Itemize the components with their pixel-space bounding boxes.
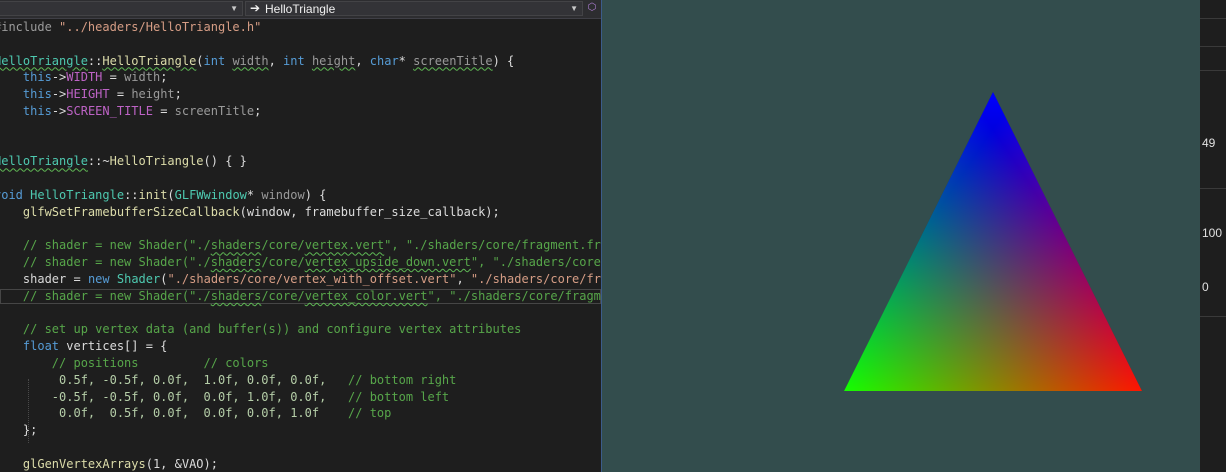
code-line: glfwSetFramebufferSizeCallback(window, f…	[22, 204, 500, 219]
side-value: 49	[1202, 136, 1216, 150]
triangle-red-vertex-gradient	[844, 92, 1142, 391]
code-line: glGenVertexArrays(1, &VAO);	[22, 456, 218, 471]
panel-divider	[1200, 316, 1226, 317]
code-line: }	[0, 120, 1, 137]
chevron-down-icon[interactable]: ▼	[570, 2, 578, 15]
code-line: // positions // colors	[0, 356, 269, 370]
chevron-down-icon[interactable]: ▼	[230, 2, 238, 15]
code-area[interactable]: #include "../headers/HelloTriangle.h" He…	[0, 19, 601, 472]
side-panel: 49 100 0	[1200, 0, 1226, 472]
code-line: shader = new Shader("./shaders/core/vert…	[22, 272, 601, 286]
code-line: 0.0f, 0.5f, 0.0f, 0.0f, 0.0f, 1.0f // to…	[0, 406, 392, 421]
code-line: HelloTriangle::HelloTriangle(int width, …	[0, 53, 515, 68]
cube-icon[interactable]: ⬡	[586, 2, 598, 14]
code-line: // set up vertex data (and buffer(s)) an…	[0, 322, 522, 337]
panel-divider	[1200, 18, 1226, 19]
side-value: 100	[1202, 226, 1223, 240]
rgb-triangle	[844, 92, 1142, 391]
code-line: };	[22, 423, 38, 438]
code-line: 0.5f, -0.5f, 0.0f, 1.0f, 0.0f, 0.0f, // …	[0, 372, 457, 387]
code-line: this->SCREEN_TITLE = screenTitle;	[22, 104, 262, 118]
code-line: HelloTriangle::~HelloTriangle() { }	[0, 154, 247, 169]
code-line: this->HEIGHT = height;	[22, 87, 182, 102]
panel-divider	[1200, 70, 1226, 71]
panel-divider	[1200, 46, 1226, 47]
code-line: #include "../headers/HelloTriangle.h"	[0, 20, 262, 34]
editor-navigation-bar: ▼ ➔ HelloTriangle ▼ ⬡	[0, 0, 601, 19]
code-line: // shader = new Shader("./shaders/core/v…	[0, 238, 601, 253]
arrow-right-icon: ➔	[250, 1, 261, 15]
code-line: // shader = new Shader("./shaders/core/v…	[0, 255, 601, 270]
member-dropdown[interactable]: ➔ HelloTriangle ▼	[245, 1, 583, 16]
panel-divider	[1200, 188, 1226, 189]
code-line: this->WIDTH = width;	[22, 70, 168, 85]
code-line: void HelloTriangle::init(GLFWwindow* win…	[0, 188, 327, 202]
code-line: float vertices[] = {	[22, 339, 168, 354]
code-line: // shader = new Shader("./shaders/core/v…	[0, 288, 601, 303]
scope-dropdown[interactable]: ▼	[0, 1, 243, 16]
side-value: 0	[1202, 280, 1209, 294]
code-editor[interactable]: ▼ ➔ HelloTriangle ▼ ⬡ #include "../heade…	[0, 0, 601, 472]
member-dropdown-value: HelloTriangle	[265, 2, 336, 16]
opengl-render-window[interactable]	[601, 0, 1200, 472]
code-line: -0.5f, -0.5f, 0.0f, 0.0f, 1.0f, 0.0f, //…	[0, 389, 450, 404]
